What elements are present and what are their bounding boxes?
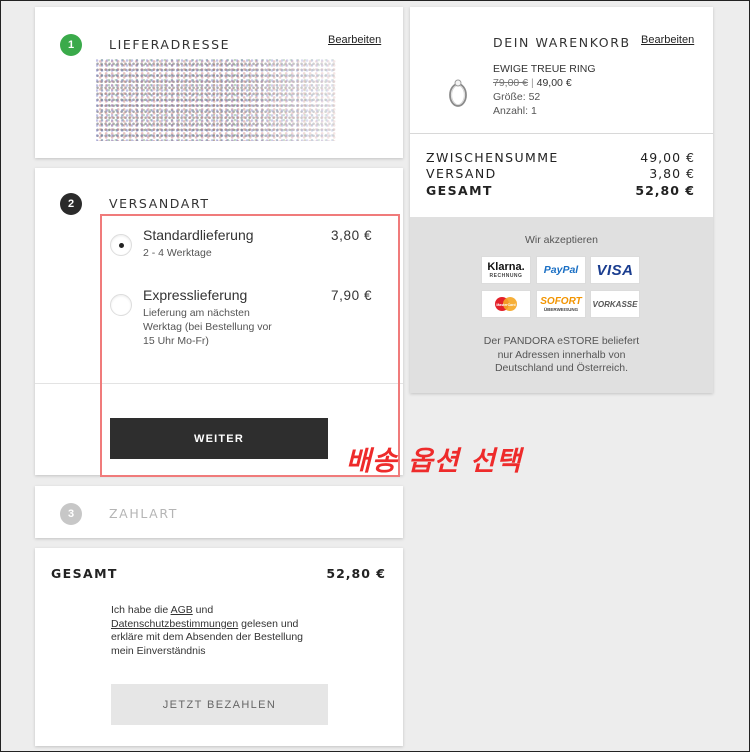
vorkasse-name: VORKASSE xyxy=(592,299,638,309)
express-sub: Lieferung am nächsten Werktag (bei Beste… xyxy=(143,307,272,347)
weiter-button[interactable]: WEITER xyxy=(110,418,328,459)
address-step-title: LIEFERADRESSE xyxy=(109,37,231,52)
grand-total-label: GESAMT xyxy=(426,183,493,198)
paypal-logo: PayPal xyxy=(536,256,586,284)
cart-item-name: EWIGE TREUE RING xyxy=(493,63,596,75)
shipping-value: 3,80 € xyxy=(649,166,695,181)
terms-und: und xyxy=(195,604,214,616)
step-3-badge: 3 xyxy=(60,503,82,525)
grand-total-value: 52,80 € xyxy=(635,183,695,198)
express-radio[interactable] xyxy=(110,294,132,316)
shipping-card: 2 VERSANDART Standardlieferung 2 - 4 Wer… xyxy=(35,168,403,475)
cart-divider xyxy=(410,133,713,134)
shipping-step-title: VERSANDART xyxy=(109,196,210,211)
delivery-note: Der PANDORA eSTORE beliefert nur Adresse… xyxy=(483,335,640,374)
vorkasse-logo: VORKASSE xyxy=(590,290,640,318)
klarna-logo: Klarna. RECHNUNG xyxy=(481,256,531,284)
cart-edit-link[interactable]: Bearbeiten xyxy=(641,34,694,46)
total-value: 52,80 € xyxy=(326,566,386,581)
ring-image xyxy=(443,75,473,111)
klarna-name: Klarna. xyxy=(487,261,525,273)
cart-item-price-row: 79,00 € | 49,00 € xyxy=(493,77,572,89)
cart-card: DEIN WARENKORB Bearbeiten EWIGE TREUE RI… xyxy=(410,7,713,393)
svg-text:MasterCard: MasterCard xyxy=(496,303,515,307)
total-card: GESAMT 52,80 € Ich habe die AGB und Date… xyxy=(35,548,403,746)
sofort-logo: SOFORT ÜBERWEISUNG xyxy=(536,290,586,318)
agb-link[interactable]: AGB xyxy=(171,604,193,616)
pay-now-button[interactable]: JETZT BEZAHLEN xyxy=(111,684,328,725)
express-name: Expresslieferung xyxy=(143,287,248,303)
price-separator: | xyxy=(530,77,534,89)
visa-name: VISA xyxy=(596,261,634,279)
cart-title: DEIN WARENKORB xyxy=(493,35,631,50)
address-edit-link[interactable]: Bearbeiten xyxy=(328,34,381,46)
paypal-name: PayPal xyxy=(543,264,579,276)
cart-item-size: Größe: 52 xyxy=(493,91,541,103)
standard-price: 3,80 € xyxy=(331,228,373,243)
step-1-badge: 1 xyxy=(60,34,82,56)
shipping-divider xyxy=(35,383,403,384)
cart-item-qty: Anzahl: 1 xyxy=(493,105,537,117)
accept-title: Wir akzeptieren xyxy=(525,234,598,246)
klarna-sub: RECHNUNG xyxy=(489,273,523,279)
cart-old-price: 79,00 € xyxy=(493,77,529,89)
terms-prefix: Ich habe die xyxy=(111,604,169,616)
privacy-link[interactable]: Datenschutzbestimmungen xyxy=(111,618,238,630)
address-card: 1 LIEFERADRESSE Bearbeiten xyxy=(35,7,403,158)
subtotal-value: 49,00 € xyxy=(640,150,695,165)
terms-text: Ich habe die AGB und Datenschutzbestimmu… xyxy=(111,604,321,658)
total-label: GESAMT xyxy=(51,566,118,581)
shipping-label: VERSAND xyxy=(426,166,497,181)
cart-price: 49,00 € xyxy=(536,77,572,89)
sofort-sub: ÜBERWEISUNG xyxy=(543,307,579,312)
sofort-name: SOFORT xyxy=(540,296,582,307)
standard-name: Standardlieferung xyxy=(143,227,254,243)
redacted-address xyxy=(96,59,336,141)
payment-card: 3 ZAHLART xyxy=(35,486,403,538)
standard-sub: 2 - 4 Werktage xyxy=(143,247,212,259)
step-2-badge: 2 xyxy=(60,193,82,215)
subtotal-label: ZWISCHENSUMME xyxy=(426,150,559,165)
mastercard-logo: MasterCard xyxy=(481,290,531,318)
visa-logo: VISA xyxy=(590,256,640,284)
standard-radio[interactable] xyxy=(110,234,132,256)
payment-methods-panel: Wir akzeptieren Klarna. RECHNUNG PayPal … xyxy=(410,217,713,393)
express-price: 7,90 € xyxy=(331,288,373,303)
mastercard-circles-icon: MasterCard xyxy=(495,297,517,311)
payment-step-title: ZAHLART xyxy=(109,506,178,521)
annotation-text: 배송 옵션 선택 xyxy=(346,446,522,477)
